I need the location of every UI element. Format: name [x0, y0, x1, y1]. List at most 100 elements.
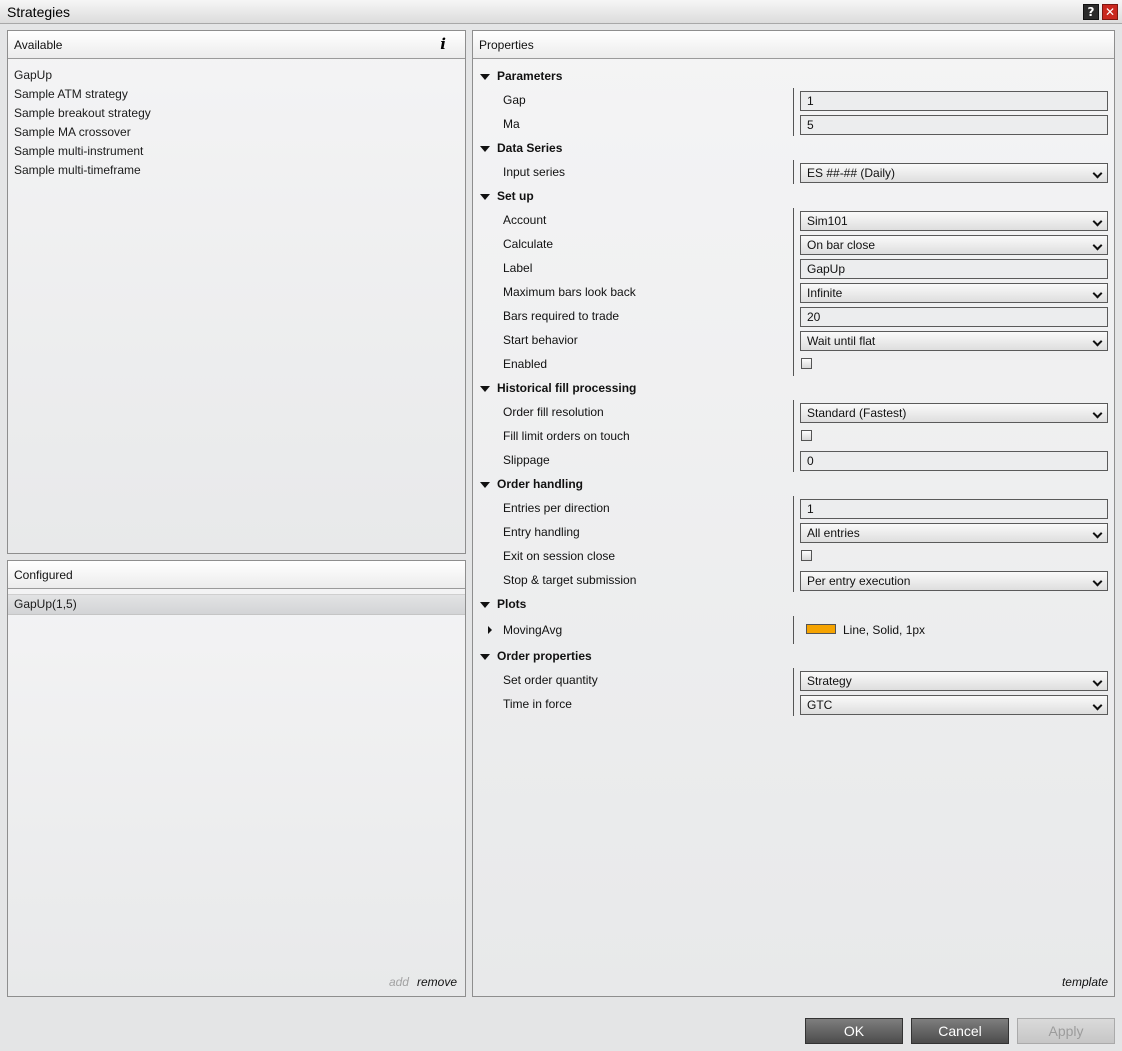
column-divider: [793, 616, 794, 644]
column-divider: [793, 304, 794, 328]
window-titlebar: Strategies ? ✕: [0, 0, 1122, 24]
column-divider: [793, 352, 794, 376]
property-label: Bars required to trade: [503, 309, 620, 323]
section-title: Order properties: [497, 649, 592, 663]
plot-color-swatch[interactable]: [806, 624, 836, 634]
property-row-calculate: Calculate On bar close: [473, 232, 1114, 256]
collapse-triangle-icon[interactable]: [480, 386, 490, 392]
section-title: Parameters: [497, 69, 563, 83]
apply-button[interactable]: Apply: [1017, 1018, 1115, 1044]
property-row-set-order-quantity: Set order quantity Strategy: [473, 668, 1114, 692]
section-historical-fill[interactable]: Historical fill processing: [473, 376, 1114, 400]
help-icon[interactable]: ?: [1083, 4, 1099, 20]
collapse-triangle-icon[interactable]: [480, 654, 490, 660]
property-label: MovingAvg: [503, 623, 563, 637]
window-title: Strategies: [7, 4, 71, 20]
collapse-triangle-icon[interactable]: [480, 194, 490, 200]
section-set-up[interactable]: Set up: [473, 184, 1114, 208]
expand-triangle-icon[interactable]: [488, 626, 492, 634]
set-order-quantity-select[interactable]: Strategy: [800, 671, 1108, 691]
strategy-item-sample-atm[interactable]: Sample ATM strategy: [8, 85, 465, 104]
select-value: Strategy: [807, 674, 852, 688]
bars-required-input[interactable]: 20: [800, 307, 1108, 327]
property-row-input-series: Input series ES ##-## (Daily): [473, 160, 1114, 184]
section-data-series[interactable]: Data Series: [473, 136, 1114, 160]
entries-per-direction-input[interactable]: 1: [800, 499, 1108, 519]
calculate-select[interactable]: On bar close: [800, 235, 1108, 255]
property-row-moving-avg: MovingAvg Line, Solid, 1px: [473, 616, 1114, 644]
time-in-force-select[interactable]: GTC: [800, 695, 1108, 715]
section-order-handling[interactable]: Order handling: [473, 472, 1114, 496]
account-select[interactable]: Sim101: [800, 211, 1108, 231]
column-divider: [793, 256, 794, 280]
column-divider: [793, 424, 794, 448]
enabled-checkbox[interactable]: [801, 358, 812, 369]
close-icon[interactable]: ✕: [1102, 4, 1118, 20]
column-divider: [793, 280, 794, 304]
column-divider: [793, 668, 794, 692]
strategy-item-sample-ma-crossover[interactable]: Sample MA crossover: [8, 123, 465, 142]
property-row-bars-required: Bars required to trade 20: [473, 304, 1114, 328]
section-order-properties[interactable]: Order properties: [473, 644, 1114, 668]
section-plots[interactable]: Plots: [473, 592, 1114, 616]
select-value: Standard (Fastest): [807, 406, 907, 420]
input-series-select[interactable]: ES ##-## (Daily): [800, 163, 1108, 183]
configured-actions: add remove: [389, 975, 457, 989]
column-divider: [793, 448, 794, 472]
property-label: Enabled: [503, 357, 548, 371]
chevron-down-icon: [1092, 168, 1103, 179]
configured-item-gapup[interactable]: GapUp(1,5): [8, 594, 465, 615]
section-parameters[interactable]: Parameters: [473, 64, 1114, 88]
property-label: Set order quantity: [503, 673, 598, 687]
property-label: Input series: [503, 165, 566, 179]
section-title: Data Series: [497, 141, 563, 155]
entry-handling-select[interactable]: All entries: [800, 523, 1108, 543]
order-fill-resolution-select[interactable]: Standard (Fastest): [800, 403, 1108, 423]
configured-header: Configured: [8, 561, 465, 589]
column-divider: [793, 88, 794, 112]
stop-target-submission-select[interactable]: Per entry execution: [800, 571, 1108, 591]
strategy-item-sample-multi-instrument[interactable]: Sample multi-instrument: [8, 142, 465, 161]
start-behavior-select[interactable]: Wait until flat: [800, 331, 1108, 351]
chevron-down-icon: [1092, 676, 1103, 687]
property-label: Fill limit orders on touch: [503, 429, 630, 443]
collapse-triangle-icon[interactable]: [480, 146, 490, 152]
column-divider: [793, 112, 794, 136]
cancel-button[interactable]: Cancel: [911, 1018, 1009, 1044]
collapse-triangle-icon[interactable]: [480, 482, 490, 488]
property-row-max-bars-look-back: Maximum bars look back Infinite: [473, 280, 1114, 304]
property-label: Label: [503, 261, 533, 275]
property-label: Account: [503, 213, 547, 227]
collapse-triangle-icon[interactable]: [480, 602, 490, 608]
max-bars-look-back-select[interactable]: Infinite: [800, 283, 1108, 303]
available-strategy-list: GapUp Sample ATM strategy Sample breakou…: [8, 66, 465, 180]
ma-input[interactable]: 5: [800, 115, 1108, 135]
property-label: Entry handling: [503, 525, 580, 539]
info-icon[interactable]: i: [440, 35, 446, 53]
add-button[interactable]: add: [389, 975, 409, 989]
property-label: Time in force: [503, 697, 572, 711]
exit-on-session-close-checkbox[interactable]: [801, 550, 812, 561]
column-divider: [793, 400, 794, 424]
configured-panel: Configured GapUp(1,5) add remove: [7, 560, 466, 997]
gap-input[interactable]: 1: [800, 91, 1108, 111]
select-value: On bar close: [807, 238, 876, 252]
column-divider: [793, 208, 794, 232]
property-label: Exit on session close: [503, 549, 616, 563]
chevron-down-icon: [1092, 288, 1103, 299]
ok-button[interactable]: OK: [805, 1018, 903, 1044]
select-value: All entries: [807, 526, 860, 540]
template-link[interactable]: template: [1062, 975, 1108, 989]
strategy-item-sample-multi-timeframe[interactable]: Sample multi-timeframe: [8, 161, 465, 180]
column-divider: [793, 328, 794, 352]
label-input[interactable]: GapUp: [800, 259, 1108, 279]
remove-button[interactable]: remove: [417, 975, 457, 989]
strategy-item-sample-breakout[interactable]: Sample breakout strategy: [8, 104, 465, 123]
collapse-triangle-icon[interactable]: [480, 74, 490, 80]
fill-limit-on-touch-checkbox[interactable]: [801, 430, 812, 441]
select-value: ES ##-## (Daily): [807, 166, 896, 180]
property-label: Maximum bars look back: [503, 285, 636, 299]
slippage-input[interactable]: 0: [800, 451, 1108, 471]
property-label: Stop & target submission: [503, 573, 637, 587]
strategy-item-gapup[interactable]: GapUp: [8, 66, 465, 85]
